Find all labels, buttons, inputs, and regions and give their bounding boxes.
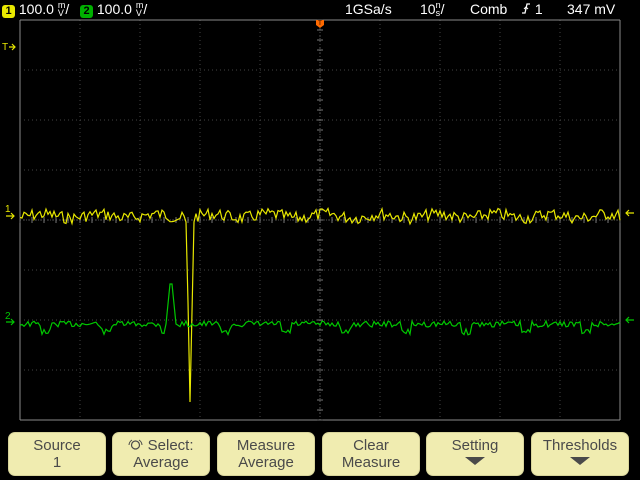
softkey-label: Clear [353,437,389,454]
select-softkey[interactable]: Select: Average [112,432,210,476]
svg-text:T: T [318,21,322,27]
ch1-ground-marker[interactable]: 1 [5,204,15,220]
setting-softkey[interactable]: Setting [426,432,524,476]
softkey-value: Average [238,454,294,471]
thresholds-softkey[interactable]: Thresholds [531,432,629,476]
softkey-value: Average [133,454,189,471]
submenu-arrow-icon [570,457,590,465]
trigger-time-marker: T [2,42,16,53]
ch2-ground-marker[interactable]: 2 [5,311,15,326]
softkey-value: Measure [341,454,401,471]
knob-select-icon [128,439,143,450]
ch1-trigger-level-arrow [625,209,634,217]
softkey-label: Source [33,437,81,454]
measure-average-softkey[interactable]: Measure Average [217,432,315,476]
svg-text:2: 2 [5,311,11,322]
ch2-waveform [19,283,621,337]
softkey-label: Measure [236,437,296,454]
waveform-display: T T 1 2 [2,19,634,421]
softkey-label: Setting [451,437,499,454]
softkey-value: 1 [52,454,62,471]
softkey-label: Thresholds [542,437,618,454]
softkey-label-row: Select: [113,437,209,454]
clear-measure-softkey[interactable]: Clear Measure [322,432,420,476]
submenu-arrow-icon [465,457,485,465]
softkey-label: Select: [147,437,194,454]
trigger-position-marker: T [316,20,324,28]
source-softkey[interactable]: Source 1 [8,432,106,476]
ch2-level-arrow [625,316,634,324]
softkey-bar: Source 1 Select: Average Measure Average… [0,424,640,480]
svg-text:1: 1 [5,204,11,215]
svg-text:T: T [2,42,8,53]
